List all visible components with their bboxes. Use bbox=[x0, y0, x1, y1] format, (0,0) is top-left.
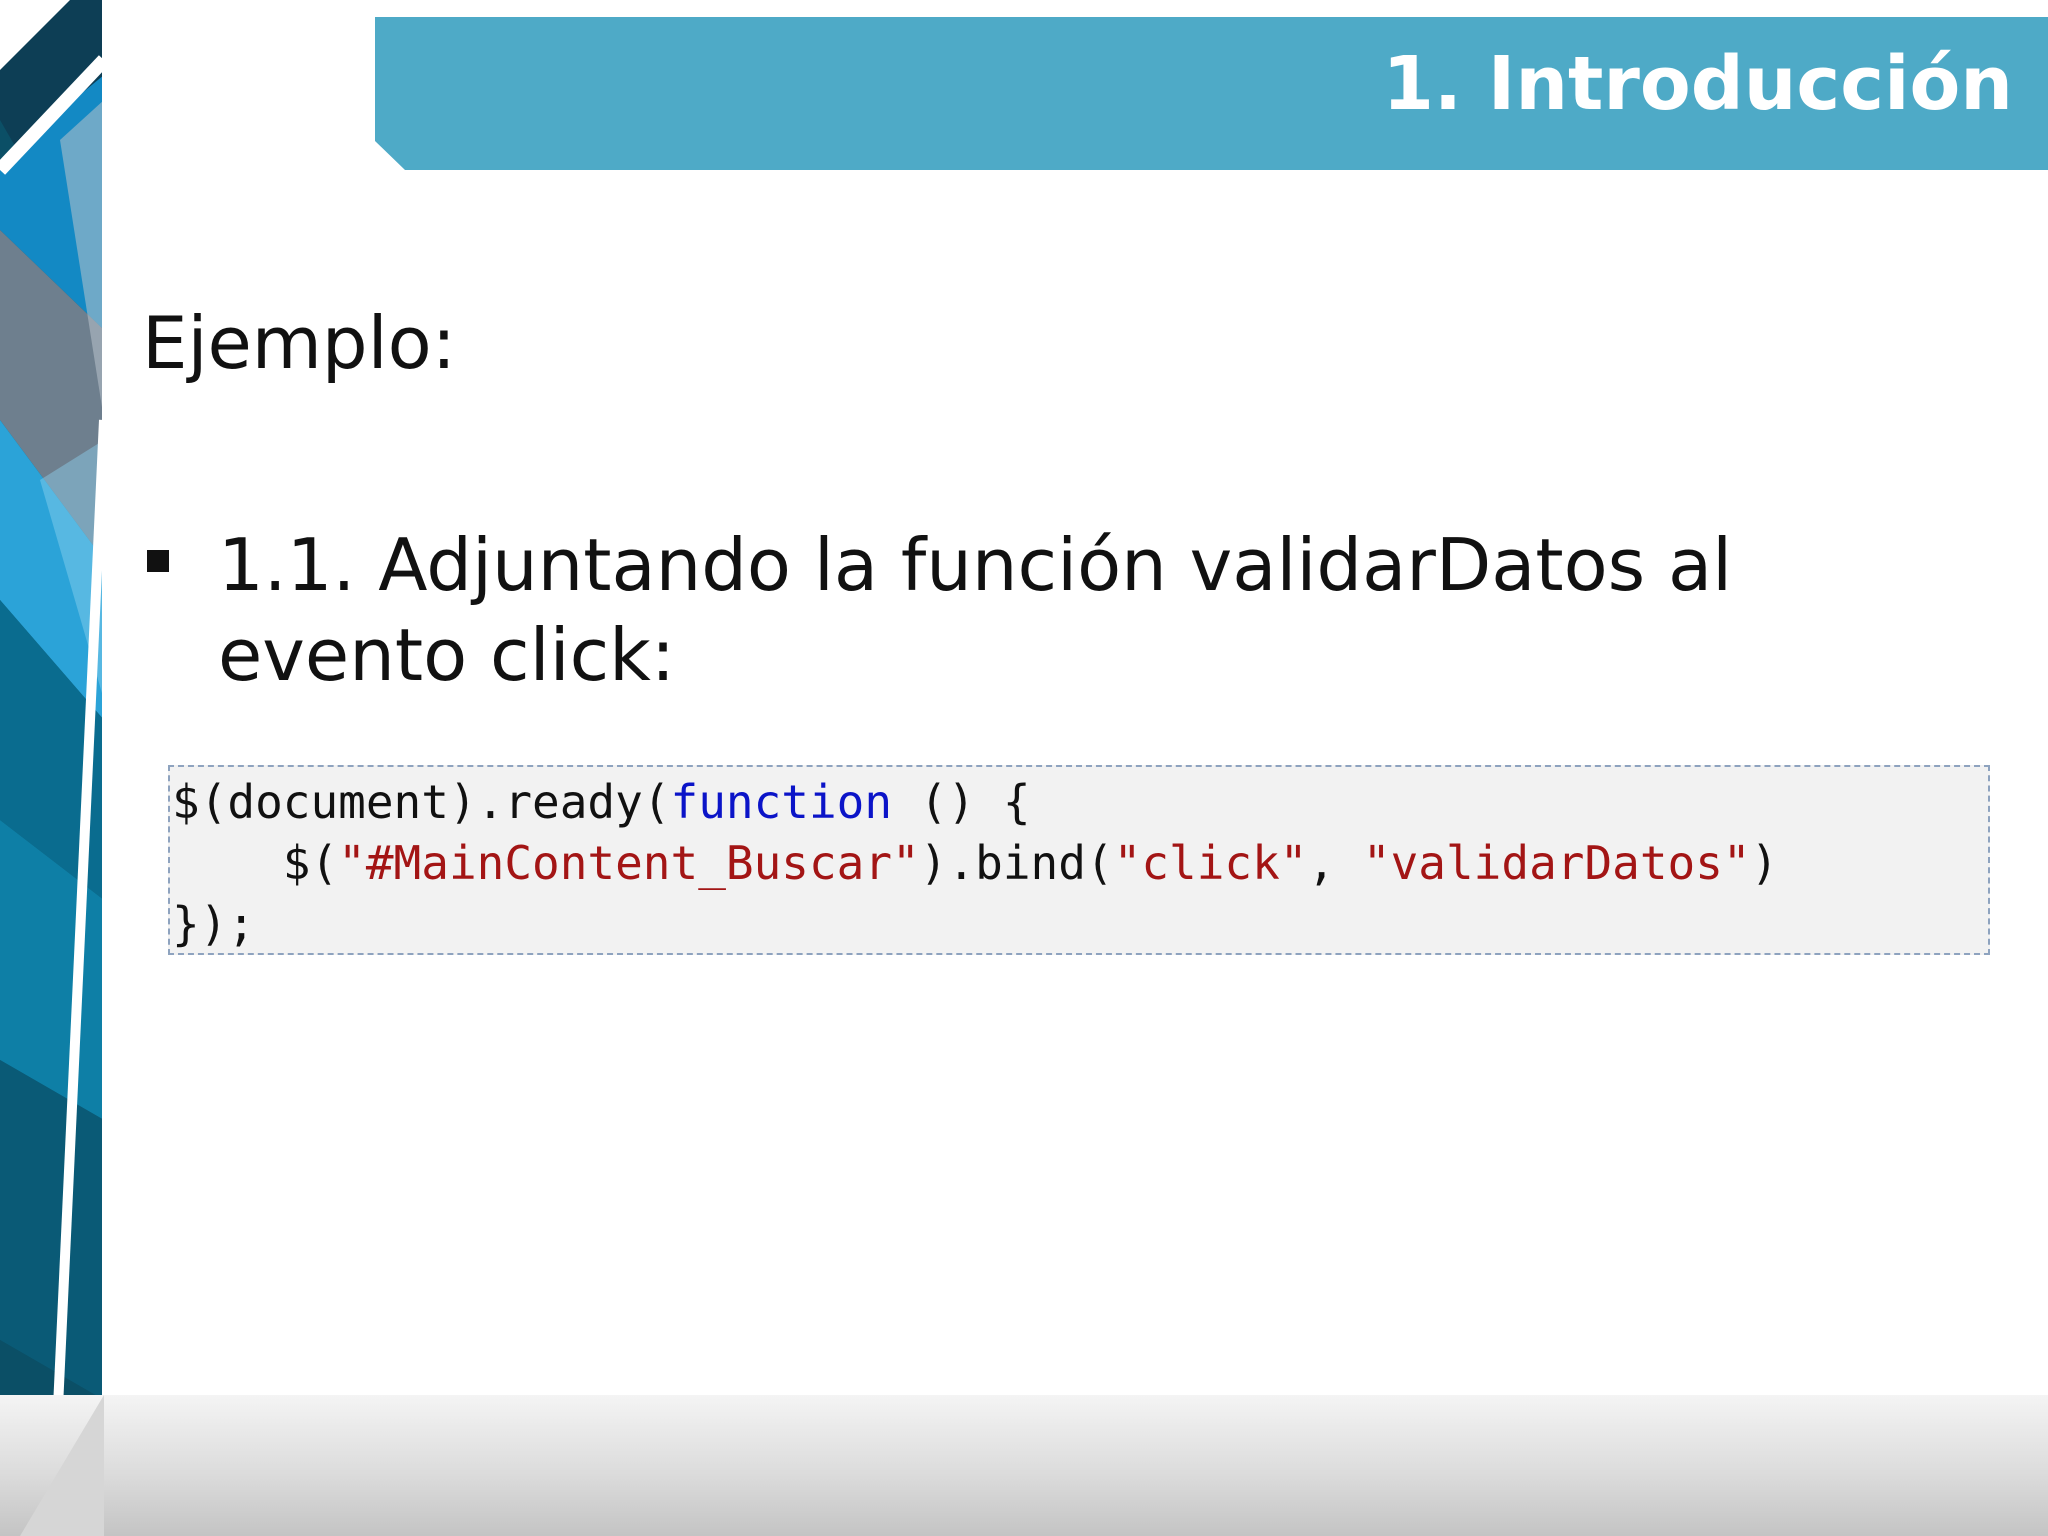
code-line-3: }); bbox=[172, 897, 256, 951]
code-line-1: $(document).ready(function () { bbox=[172, 772, 1988, 833]
bullet-line-1: 1.1. Adjuntando la función validarDatos … bbox=[218, 523, 1733, 607]
code-string: "#MainContent_Buscar" bbox=[338, 836, 920, 890]
code-text: ).bind( bbox=[919, 836, 1114, 890]
title-bar: 1. Introducción bbox=[375, 17, 2048, 170]
code-line-2: $("#MainContent_Buscar").bind("click", "… bbox=[172, 833, 1988, 894]
slide-title: 1. Introducción bbox=[1382, 41, 2013, 127]
code-text: , bbox=[1307, 836, 1363, 890]
heading: Ejemplo: bbox=[142, 301, 456, 385]
bullet-square-icon bbox=[147, 550, 169, 572]
code-keyword: function bbox=[670, 775, 893, 829]
slide: 1. Introducción Ejemplo: 1.1. Adjuntando… bbox=[0, 0, 2048, 1536]
code-text: ) bbox=[1750, 836, 1779, 890]
code-text: $(document).ready( bbox=[172, 775, 671, 829]
code-block: $(document).ready(function () { $("#Main… bbox=[168, 765, 1990, 955]
code-text: () { bbox=[892, 775, 1031, 829]
footer-band bbox=[0, 1395, 2048, 1536]
code-string: "validarDatos" bbox=[1362, 836, 1751, 890]
bullet-line-2: evento click: bbox=[218, 613, 676, 697]
code-string: "click" bbox=[1113, 836, 1308, 890]
footer-corner-decoration bbox=[20, 1395, 104, 1536]
code-text: $( bbox=[282, 836, 339, 890]
bullet-item: 1.1. Adjuntando la función validarDatos … bbox=[218, 520, 1918, 700]
